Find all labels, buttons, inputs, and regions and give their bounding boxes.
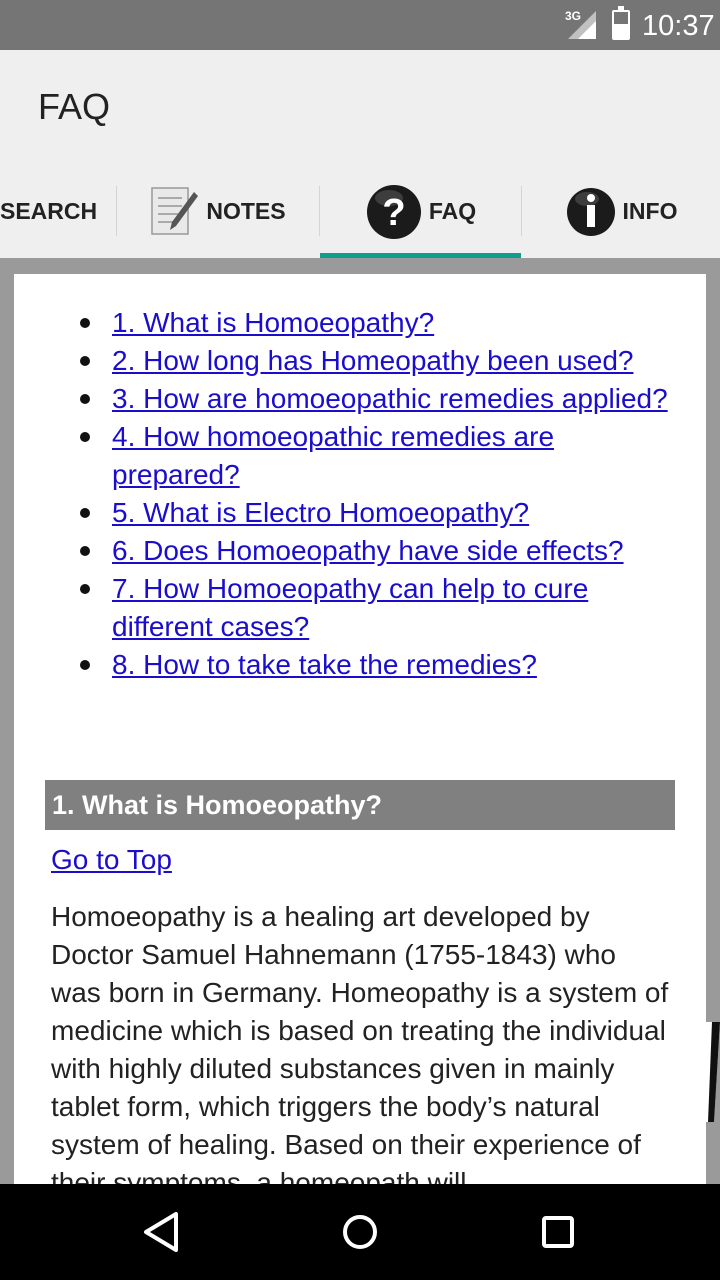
tab-label: INFO <box>622 197 678 224</box>
answer-text: Homoeopathy is a healing art developed b… <box>51 901 669 1184</box>
list-item: 5. What is Electro Homoeopathy? <box>80 494 672 532</box>
notes-icon <box>151 187 199 235</box>
go-to-top-link[interactable]: Go to Top <box>51 844 172 876</box>
bullet <box>80 508 90 518</box>
faq-link-1[interactable]: 1. What is Homoeopathy? <box>112 307 434 338</box>
faq-link-4[interactable]: 4. How homoeopathic remedies are prepare… <box>112 421 554 490</box>
list-item: 6. Does Homoeopathy have side effects? <box>80 532 672 570</box>
bullet <box>80 318 90 328</box>
faq-index: 1. What is Homoeopathy? 2. How long has … <box>80 304 672 684</box>
list-item: 4. How homoeopathic remedies are prepare… <box>80 418 672 494</box>
tab-label: FAQ <box>428 197 477 224</box>
list-item: 2. How long has Homeopathy been used? <box>80 342 672 380</box>
faq-content[interactable]: 1. What is Homoeopathy? 2. How long has … <box>14 274 706 1184</box>
status-bar: 3G 10:37 <box>0 0 720 50</box>
info-icon <box>566 188 615 236</box>
tab-bar: SEARCH NOTES ? FAQ INFO <box>0 164 720 258</box>
faq-link-6[interactable]: 6. Does Homoeopathy have side effects? <box>112 535 624 566</box>
tab-faq[interactable]: ? FAQ <box>320 164 521 258</box>
faq-link-7[interactable]: 7. How Homoeopathy can help to cure diff… <box>112 573 588 642</box>
bullet <box>80 394 90 404</box>
battery-icon <box>612 6 630 40</box>
section-heading: 1. What is Homoeopathy? <box>45 780 675 830</box>
tab-label: NOTES <box>206 197 286 224</box>
tab-divider <box>116 186 117 236</box>
signal-icon <box>568 11 596 39</box>
faq-link-5[interactable]: 5. What is Electro Homoeopathy? <box>112 497 529 528</box>
page-title: FAQ <box>38 86 111 127</box>
tab-label: SEARCH <box>0 197 98 224</box>
scroll-edge-indicator <box>690 1022 720 1122</box>
recents-icon[interactable] <box>534 1208 582 1256</box>
list-item: 7. How Homoeopathy can help to cure diff… <box>80 570 672 646</box>
bullet <box>80 584 90 594</box>
faq-link-3[interactable]: 3. How are homoeopathic remedies applied… <box>112 383 668 414</box>
navigation-bar <box>0 1184 720 1280</box>
question-icon: ? <box>366 185 421 239</box>
list-item: 3. How are homoeopathic remedies applied… <box>80 380 672 418</box>
app-bar: FAQ <box>0 50 720 164</box>
tab-info[interactable]: INFO <box>522 164 720 258</box>
svg-text:?: ? <box>382 192 405 234</box>
bullet <box>80 432 90 442</box>
home-icon[interactable] <box>336 1208 384 1256</box>
tab-search[interactable]: SEARCH <box>0 164 100 258</box>
tab-notes[interactable]: NOTES <box>118 164 318 258</box>
clock: 10:37 <box>642 10 715 42</box>
bullet <box>80 546 90 556</box>
faq-link-8[interactable]: 8. How to take take the remedies? <box>112 649 537 680</box>
back-icon[interactable] <box>138 1208 186 1256</box>
list-item: 8. How to take take the remedies? <box>80 646 672 684</box>
faq-link-2[interactable]: 2. How long has Homeopathy been used? <box>112 345 633 376</box>
list-item: 1. What is Homoeopathy? <box>80 304 672 342</box>
bullet <box>80 660 90 670</box>
bullet <box>80 356 90 366</box>
